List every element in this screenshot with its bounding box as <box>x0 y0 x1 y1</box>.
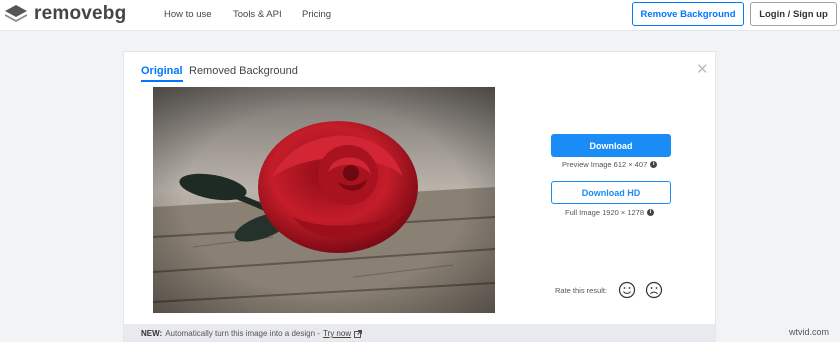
rate-label: Rate this result: <box>555 286 608 295</box>
download-button[interactable]: Download <box>551 134 671 157</box>
footer-text: Automatically turn this image into a des… <box>165 329 320 338</box>
logo-wordmark: removebg <box>34 3 127 24</box>
logo[interactable]: removebg <box>4 2 126 26</box>
try-now-link[interactable]: Try now <box>323 329 351 338</box>
footer-new-label: NEW: <box>141 329 163 338</box>
original-image <box>153 87 495 313</box>
layers-logo-icon <box>5 5 27 22</box>
close-icon[interactable]: ✕ <box>696 60 709 78</box>
preview-caption: Preview Image 612 × 407 i <box>562 160 658 169</box>
preview-caption-text: Preview Image 612 × 407 <box>562 160 648 169</box>
remove-background-button[interactable]: Remove Background <box>632 2 744 26</box>
tab-removed-background[interactable]: Removed Background <box>189 65 298 77</box>
full-caption: Full Image 1920 × 1278 i <box>565 208 655 217</box>
nav-tools-api[interactable]: Tools & API <box>233 9 282 20</box>
frown-face-icon[interactable] <box>645 281 663 299</box>
tab-original[interactable]: Original <box>141 65 183 82</box>
full-caption-text: Full Image 1920 × 1278 <box>565 208 645 217</box>
watermark: wtvid.com <box>789 327 830 337</box>
download-hd-button[interactable]: Download HD <box>551 181 671 204</box>
top-navbar: removebg How to use Tools & API Pricing … <box>0 0 840 31</box>
promo-footer: NEW: Automatically turn this image into … <box>124 324 715 341</box>
smile-face-icon[interactable] <box>618 281 636 299</box>
nav-pricing[interactable]: Pricing <box>302 9 331 20</box>
info-icon[interactable]: i <box>650 161 658 168</box>
nav-how-to-use[interactable]: How to use <box>164 9 212 20</box>
result-card: Original Removed Background ✕ Download P… <box>123 51 716 342</box>
info-icon[interactable]: i <box>647 209 655 216</box>
external-link-icon[interactable] <box>354 329 363 338</box>
login-signup-button[interactable]: Login / Sign up <box>750 2 837 26</box>
